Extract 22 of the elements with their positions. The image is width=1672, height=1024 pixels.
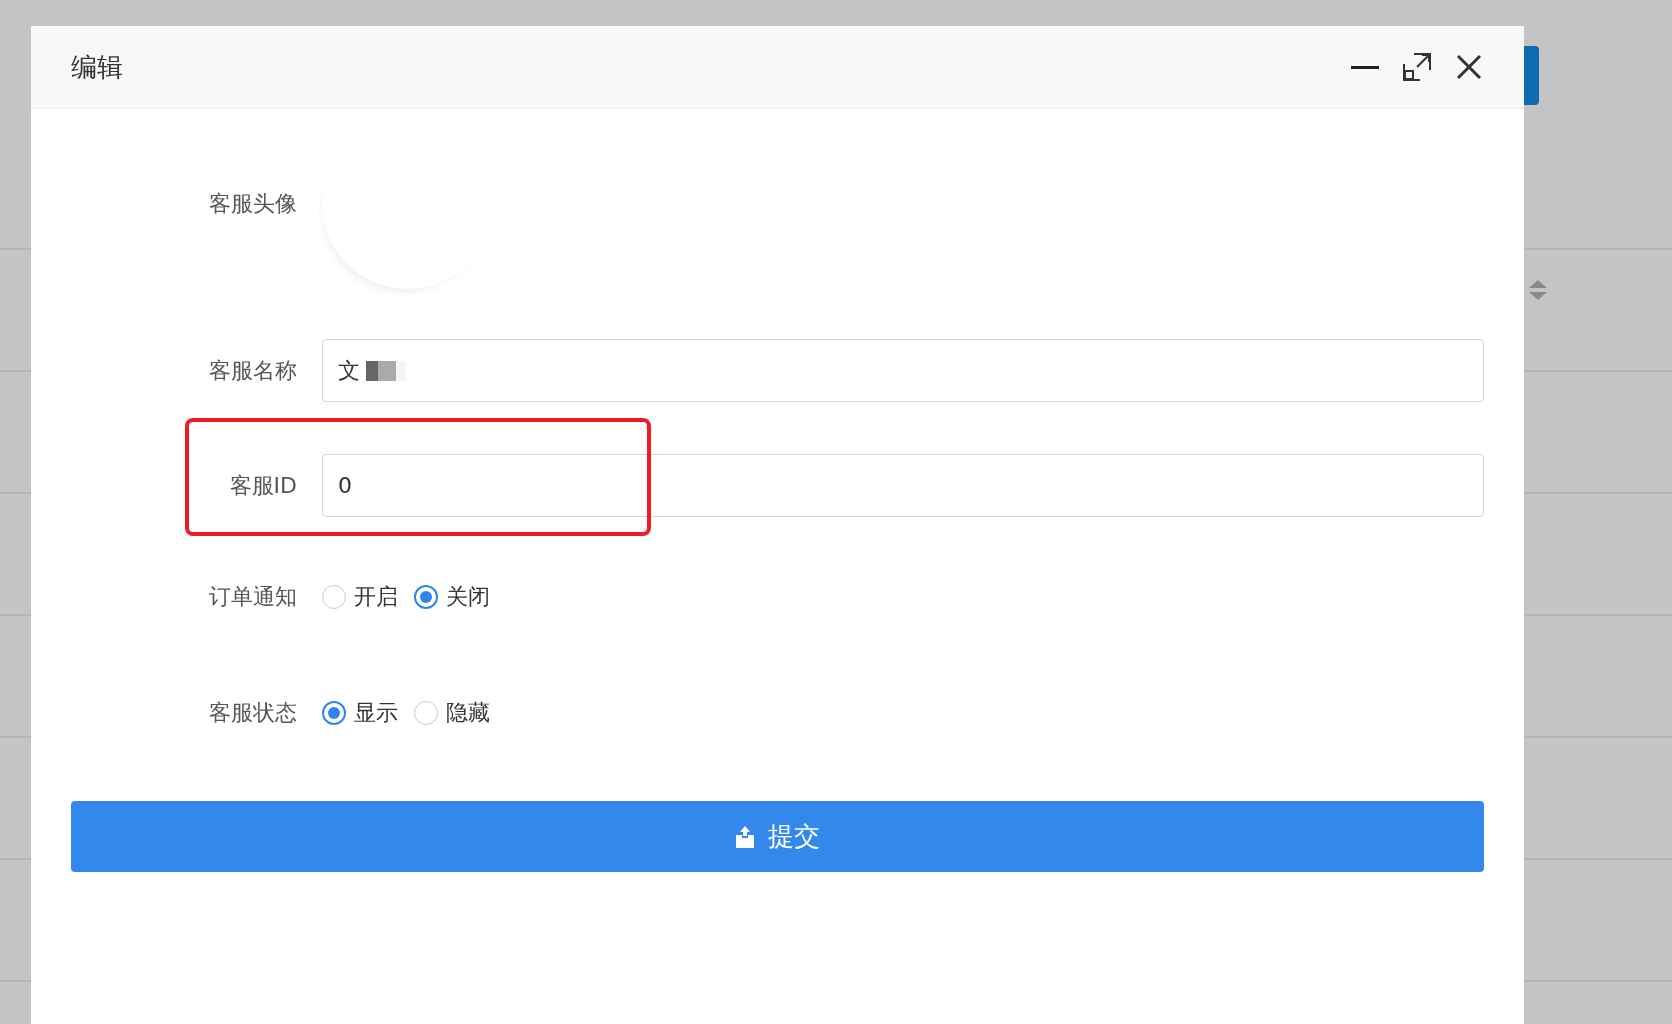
maximize-icon[interactable] bbox=[1402, 52, 1432, 82]
radio-button[interactable] bbox=[414, 701, 438, 725]
field-label: 客服状态 bbox=[208, 699, 298, 727]
redaction-mark bbox=[366, 360, 406, 381]
sort-icon bbox=[1528, 278, 1548, 302]
input-field[interactable]: 0 bbox=[322, 454, 1484, 517]
radio-button[interactable] bbox=[322, 701, 346, 725]
field-label: 客服头像 bbox=[208, 190, 298, 218]
close-icon[interactable] bbox=[1454, 52, 1484, 82]
radio-button[interactable] bbox=[414, 585, 438, 609]
input-field[interactable]: 文 bbox=[322, 339, 1484, 402]
submit-button[interactable]: 提交 bbox=[71, 801, 1484, 872]
radio-button[interactable] bbox=[322, 585, 346, 609]
upload-icon bbox=[735, 825, 754, 848]
radio-option[interactable]: 关闭 bbox=[414, 582, 490, 612]
dialog-title: 编辑 bbox=[71, 50, 123, 84]
field-label: 客服ID bbox=[228, 471, 298, 500]
field-label: 订单通知 bbox=[208, 583, 298, 611]
field-label: 客服名称 bbox=[208, 356, 298, 385]
radio-option[interactable]: 隐藏 bbox=[414, 698, 490, 728]
radio-option[interactable]: 开启 bbox=[322, 582, 398, 612]
radio-option[interactable]: 显示 bbox=[322, 698, 398, 728]
